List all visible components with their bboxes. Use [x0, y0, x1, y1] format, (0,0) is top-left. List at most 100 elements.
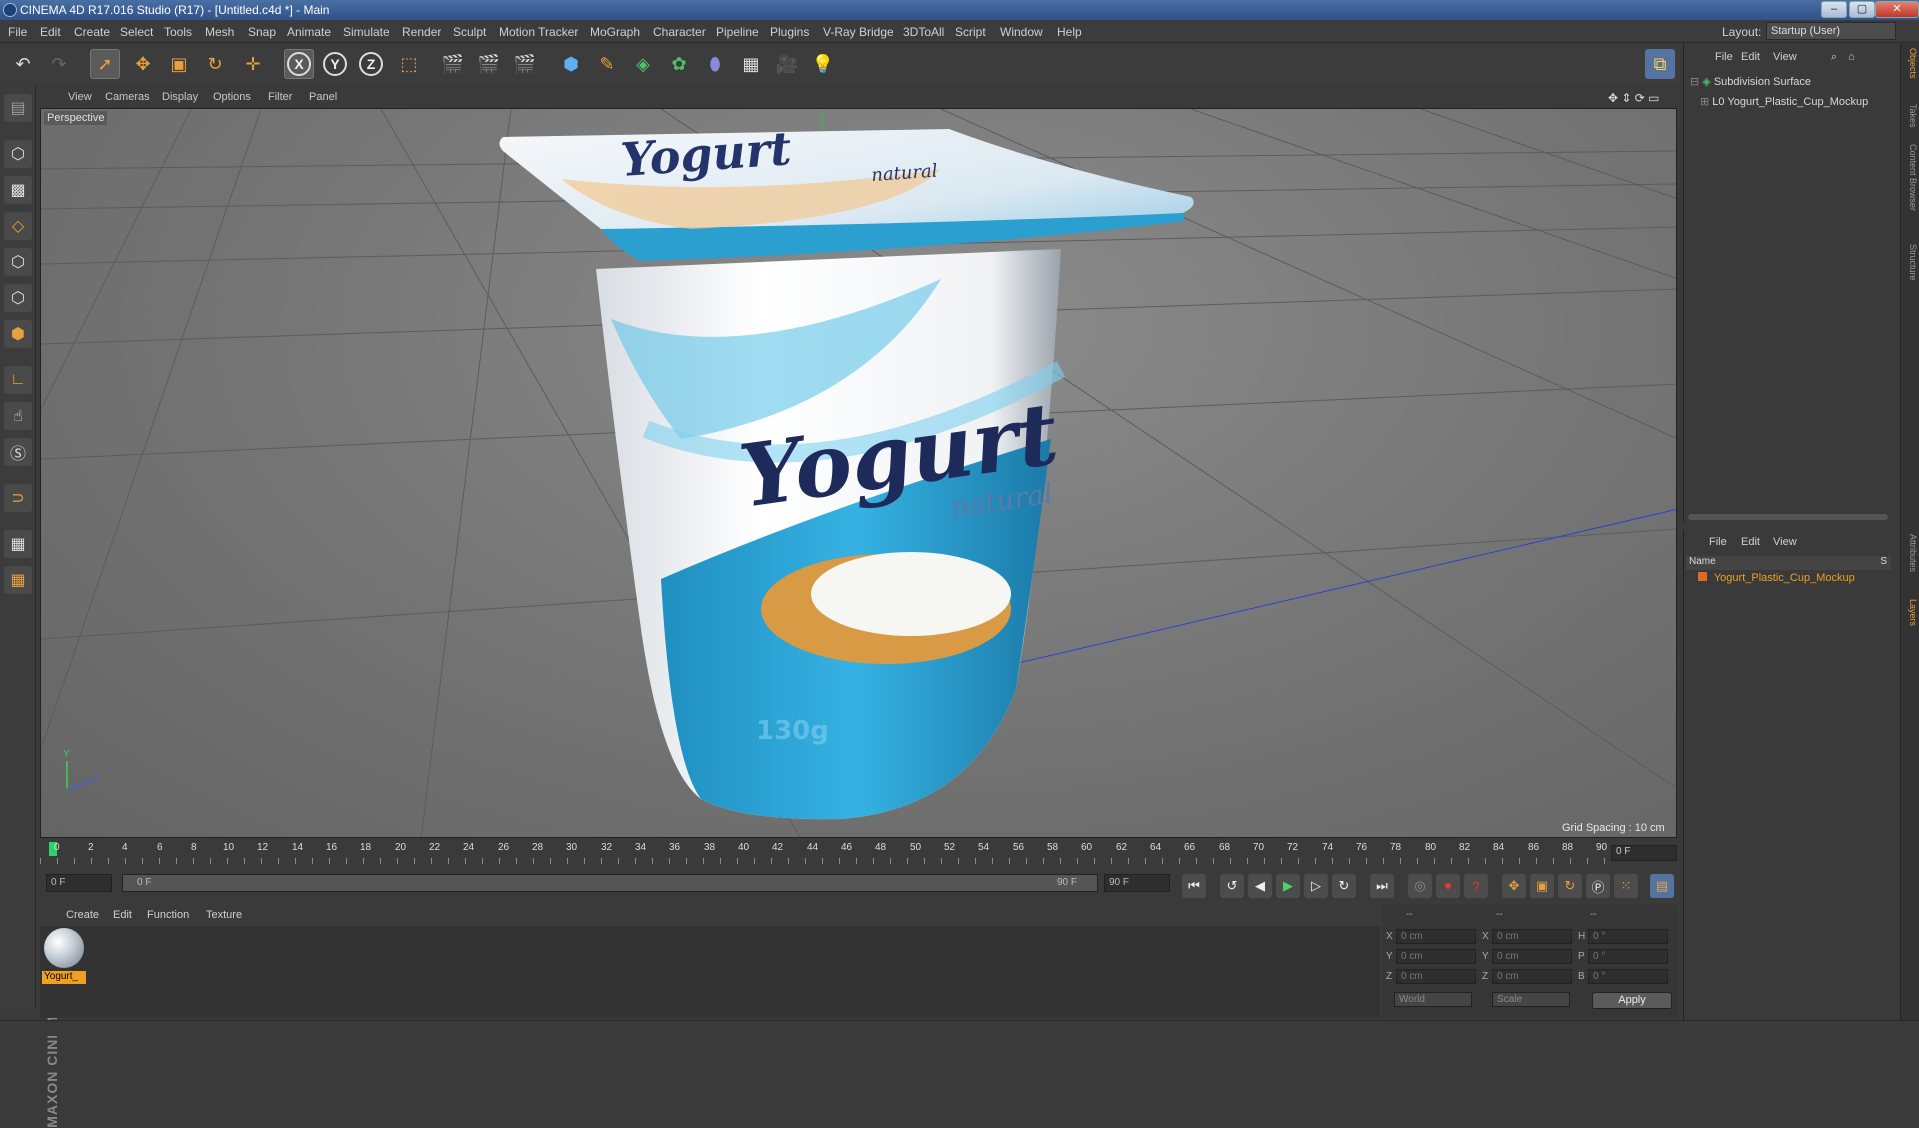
key-rotation-icon[interactable]: ↻: [1558, 874, 1582, 898]
viewport-camera-label[interactable]: Perspective: [44, 111, 108, 125]
viewport-menu-options[interactable]: Options: [213, 91, 251, 103]
material-menu-function[interactable]: Function: [147, 909, 189, 921]
expand-icon[interactable]: ⊟: [1690, 76, 1699, 88]
tab-objects[interactable]: Objects: [1903, 48, 1918, 79]
render-settings-icon[interactable]: 🎬: [510, 49, 540, 79]
size-x-field[interactable]: 0 cm: [1492, 929, 1572, 944]
layer-menu-view[interactable]: View: [1773, 536, 1797, 548]
tab-content-browser[interactable]: Content Browser: [1903, 144, 1918, 211]
minimize-button[interactable]: –: [1821, 1, 1847, 18]
maximize-button[interactable]: ▢: [1849, 1, 1875, 18]
live-selection-icon[interactable]: ➚: [90, 49, 120, 79]
z-axis-lock-icon[interactable]: Z: [356, 49, 386, 79]
viewport-menu-cameras[interactable]: Cameras: [105, 91, 150, 103]
menu-render[interactable]: Render: [402, 25, 441, 39]
snapping-icon[interactable]: Ⓢ: [4, 438, 32, 466]
timeline-window-icon[interactable]: ▤: [1650, 874, 1674, 898]
menu-character[interactable]: Character: [653, 25, 706, 39]
menu-select[interactable]: Select: [120, 25, 153, 39]
home-icon[interactable]: ⌂: [1848, 51, 1855, 63]
layer-row[interactable]: Yogurt_Plastic_Cup_Mockup: [1686, 572, 1891, 588]
menu-window[interactable]: Window: [1000, 25, 1043, 39]
tweak-mode-icon[interactable]: ☝: [4, 402, 32, 430]
material-menu-create[interactable]: Create: [66, 909, 99, 921]
render-picture-viewer-icon[interactable]: 🎬: [474, 49, 504, 79]
model-mode-icon[interactable]: ⬡: [4, 140, 32, 168]
tab-attributes[interactable]: Attributes: [1903, 534, 1918, 572]
workplane-lock-icon[interactable]: ▦: [4, 530, 32, 558]
keyframe-selection-icon[interactable]: ?: [1464, 874, 1488, 898]
current-frame-field[interactable]: 0 F: [1611, 845, 1677, 861]
material-preview-ball[interactable]: [44, 928, 84, 968]
menu-motion-tracker[interactable]: Motion Tracker: [499, 25, 578, 39]
magnet-icon[interactable]: ⊃: [4, 484, 32, 512]
key-pla-icon[interactable]: ⁙: [1614, 874, 1638, 898]
points-mode-icon[interactable]: ⬡: [4, 248, 32, 276]
make-editable-icon[interactable]: ▤: [4, 94, 32, 122]
size-mode-select[interactable]: Scale: [1492, 992, 1570, 1007]
texture-mode-icon[interactable]: ▩: [4, 176, 32, 204]
viewport-navigation-icons[interactable]: ✥ ⇕ ⟳ ▭: [1608, 91, 1660, 105]
menu-help[interactable]: Help: [1057, 25, 1082, 39]
coordinate-space-select[interactable]: World: [1394, 992, 1472, 1007]
array-generator-icon[interactable]: ✿: [664, 49, 694, 79]
go-to-end-icon[interactable]: ⏭: [1370, 874, 1394, 898]
expand-icon[interactable]: ⊞: [1700, 96, 1709, 108]
layout-select[interactable]: Startup (User): [1766, 22, 1896, 40]
size-y-field[interactable]: 0 cm: [1492, 949, 1572, 964]
size-z-field[interactable]: 0 cm: [1492, 969, 1572, 984]
menu-vray-bridge[interactable]: V-Ray Bridge: [823, 25, 894, 39]
object-menu-file[interactable]: File: [1715, 51, 1733, 63]
transform-icon[interactable]: ✛: [238, 49, 268, 79]
start-frame-field[interactable]: 0 F: [46, 874, 112, 892]
key-position-icon[interactable]: ✥: [1502, 874, 1526, 898]
coordinate-system-icon[interactable]: ⬚: [394, 49, 424, 79]
render-view-icon[interactable]: 🎬: [438, 49, 468, 79]
move-icon[interactable]: ✥: [128, 49, 158, 79]
material-menu-texture[interactable]: Texture: [206, 909, 242, 921]
viewport-menu-filter[interactable]: Filter: [268, 91, 292, 103]
position-y-field[interactable]: 0 cm: [1396, 949, 1476, 964]
redo-icon[interactable]: ↷: [44, 49, 74, 79]
material-menu-edit[interactable]: Edit: [113, 909, 132, 921]
key-scale-icon[interactable]: ▣: [1530, 874, 1554, 898]
rotate-icon[interactable]: ↻: [200, 49, 230, 79]
next-key-icon[interactable]: ↻: [1332, 874, 1356, 898]
cube-primitive-icon[interactable]: ⬢: [556, 49, 586, 79]
menu-animate[interactable]: Animate: [287, 25, 331, 39]
polygons-mode-icon[interactable]: ⬢: [4, 320, 32, 348]
deformer-icon[interactable]: ⬮: [700, 49, 730, 79]
preview-range-slider[interactable]: 0 F 90 F: [122, 874, 1098, 892]
menu-mograph[interactable]: MoGraph: [590, 25, 640, 39]
menu-snap[interactable]: Snap: [248, 25, 276, 39]
menu-sculpt[interactable]: Sculpt: [453, 25, 486, 39]
camera-icon[interactable]: 🎥: [772, 49, 802, 79]
workplane-mode-icon[interactable]: ◇: [4, 212, 32, 240]
previous-frame-icon[interactable]: ◀: [1248, 874, 1272, 898]
autokey-icon[interactable]: ⏺: [1436, 874, 1460, 898]
position-x-field[interactable]: 0 cm: [1396, 929, 1476, 944]
go-to-start-icon[interactable]: ⏮: [1182, 874, 1206, 898]
menu-create[interactable]: Create: [74, 25, 110, 39]
workplane-align-icon[interactable]: ▦: [4, 566, 32, 594]
apply-button[interactable]: Apply: [1592, 992, 1672, 1009]
edges-mode-icon[interactable]: ⬡: [4, 284, 32, 312]
object-manager-scrollbar[interactable]: [1688, 514, 1888, 520]
object-menu-edit[interactable]: Edit: [1741, 51, 1760, 63]
yogurt-cup-model[interactable]: Yogurt natural 130g Yogurt natural: [499, 121, 1194, 820]
viewport-menu-panel[interactable]: Panel: [309, 91, 337, 103]
next-frame-icon[interactable]: ▷: [1304, 874, 1328, 898]
end-frame-field[interactable]: 90 F: [1104, 874, 1170, 892]
material-manager-area[interactable]: [40, 926, 1380, 1018]
layer-menu-file[interactable]: File: [1709, 536, 1727, 548]
undo-icon[interactable]: ↶: [8, 49, 38, 79]
record-keys-icon[interactable]: ◎: [1408, 874, 1432, 898]
menu-mesh[interactable]: Mesh: [205, 25, 234, 39]
subdivision-surface-icon[interactable]: ◈: [628, 49, 658, 79]
tab-structure[interactable]: Structure: [1903, 244, 1918, 281]
menu-file[interactable]: File: [8, 25, 27, 39]
menu-3dtoall[interactable]: 3DToAll: [903, 25, 944, 39]
menu-simulate[interactable]: Simulate: [343, 25, 390, 39]
close-button[interactable]: ✕: [1875, 1, 1919, 18]
viewport-menu-display[interactable]: Display: [162, 91, 198, 103]
